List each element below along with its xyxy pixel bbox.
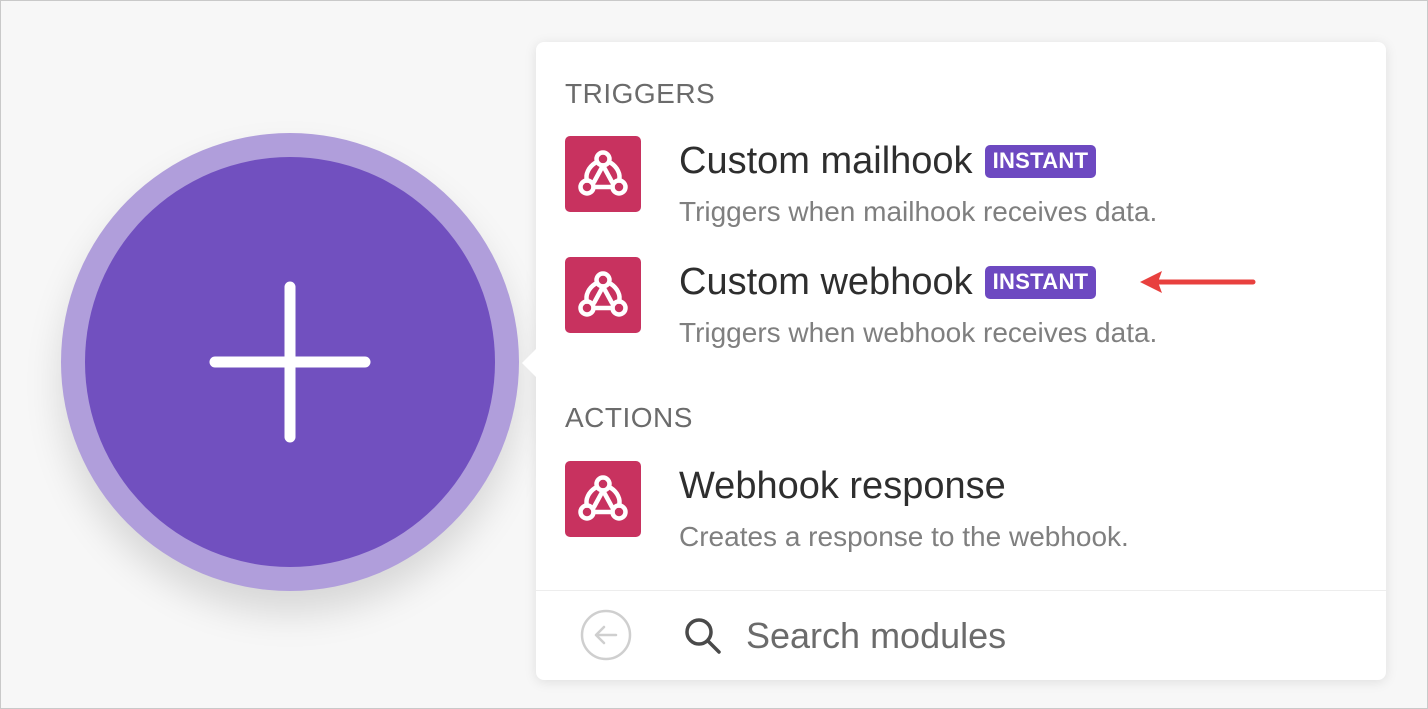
module-picker-panel: TRIGGERS Custom mailhook INSTANT Trigger… bbox=[522, 42, 1386, 681]
module-description: Creates a response to the webhook. bbox=[679, 521, 1129, 552]
module-custom-mailhook[interactable]: Custom mailhook INSTANT Triggers when ma… bbox=[565, 136, 1355, 246]
annotation-arrow-icon bbox=[1140, 271, 1256, 293]
module-name: Webhook response bbox=[679, 464, 1006, 507]
module-webhook-response[interactable]: Webhook response Creates a response to t… bbox=[565, 461, 1355, 571]
section-title-triggers: TRIGGERS bbox=[565, 78, 716, 109]
add-module-button-core[interactable] bbox=[85, 157, 495, 567]
add-module-button[interactable] bbox=[61, 133, 519, 591]
instant-badge: INSTANT bbox=[984, 144, 1097, 178]
search-modules-input[interactable] bbox=[746, 611, 1346, 661]
panel-footer bbox=[536, 590, 1386, 681]
arrow-left-circle-icon bbox=[580, 609, 632, 661]
section-title-actions: ACTIONS bbox=[565, 402, 693, 433]
module-description: Triggers when webhook receives data. bbox=[679, 317, 1158, 348]
module-description: Triggers when mailhook receives data. bbox=[679, 196, 1158, 227]
instant-badge: INSTANT bbox=[984, 265, 1097, 299]
webhook-icon bbox=[565, 136, 641, 212]
back-button[interactable] bbox=[580, 609, 632, 661]
search-icon bbox=[685, 618, 721, 654]
plus-icon bbox=[209, 281, 371, 443]
webhook-icon bbox=[565, 461, 641, 537]
module-name: Custom webhook bbox=[679, 260, 973, 303]
webhook-icon bbox=[565, 257, 641, 333]
panel-pointer bbox=[522, 349, 536, 377]
module-name: Custom mailhook bbox=[679, 139, 973, 182]
